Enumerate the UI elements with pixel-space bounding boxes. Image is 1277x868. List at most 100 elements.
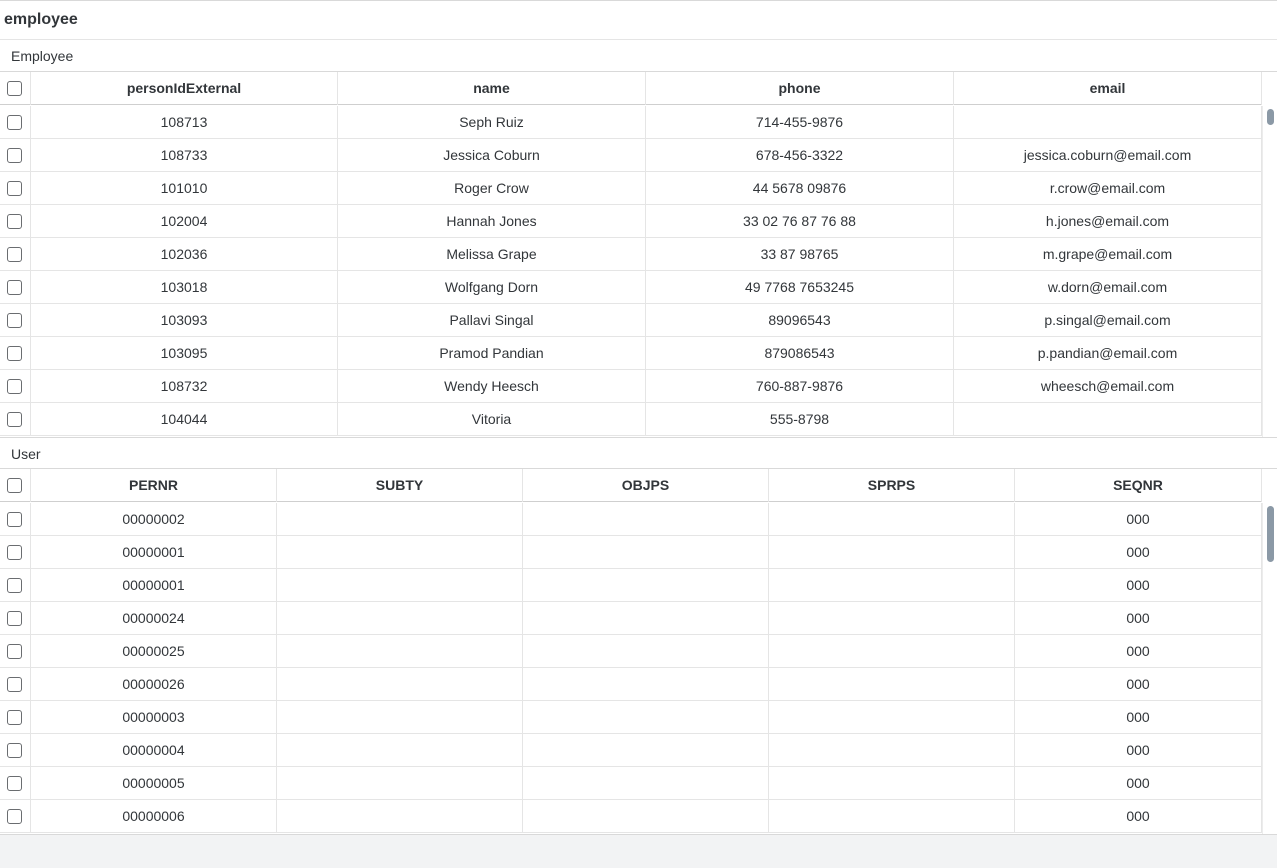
row-checkbox[interactable] [7,545,22,560]
footer-bar [0,834,1277,868]
row-checkbox[interactable] [7,313,22,328]
table-cell: 678-456-3322 [646,139,954,172]
table-row[interactable]: 00000001 000 [0,569,1262,602]
table-cell [954,106,1262,139]
table-cell: 000 [1015,701,1262,734]
vertical-scrollbar[interactable] [1262,106,1277,437]
row-checkbox[interactable] [7,346,22,361]
row-select-cell [0,569,31,602]
row-checkbox[interactable] [7,412,22,427]
table-row[interactable]: 00000005 000 [0,767,1262,800]
row-checkbox[interactable] [7,512,22,527]
table-row[interactable]: 00000002 000 [0,503,1262,536]
row-checkbox[interactable] [7,677,22,692]
table-cell [769,536,1015,569]
row-checkbox[interactable] [7,644,22,659]
table-cell [769,503,1015,536]
column-header[interactable]: email [954,72,1262,105]
table-cell: 000 [1015,503,1262,536]
table-cell: 00000026 [31,668,277,701]
row-select-cell [0,271,31,304]
table-row[interactable]: 00000001 000 [0,536,1262,569]
row-select-cell [0,668,31,701]
row-checkbox[interactable] [7,148,22,163]
row-checkbox[interactable] [7,247,22,262]
scrollbar-thumb[interactable] [1267,506,1274,562]
row-select-cell [0,205,31,238]
column-header[interactable]: SEQNR [1015,469,1262,502]
table-cell: 00000002 [31,503,277,536]
column-header[interactable]: PERNR [31,469,277,502]
user-section-header: User [0,437,1277,469]
table-cell [769,602,1015,635]
row-checkbox[interactable] [7,280,22,295]
table-row[interactable]: 103095 Pramod Pandian 879086543 p.pandian@e… [0,337,1262,370]
table-header-row: PERNR SUBTY OBJPS SPRPS SEQNR [0,469,1262,502]
column-header[interactable]: phone [646,72,954,105]
table-row[interactable]: 101010 Roger Crow 44 5678 09876 r.crow@emai… [0,172,1262,205]
vertical-scrollbar[interactable] [1262,503,1277,834]
row-checkbox[interactable] [7,710,22,725]
table-row[interactable]: 108733 Jessica Coburn 678-456-3322 jessica.… [0,139,1262,172]
table-row[interactable]: 00000025 000 [0,635,1262,668]
row-checkbox[interactable] [7,379,22,394]
column-header[interactable]: personIdExternal [31,72,338,105]
table-row[interactable]: 00000024 000 [0,602,1262,635]
table-row[interactable]: 104044 Vitoria 555-8798 [0,403,1262,436]
table-cell [769,734,1015,767]
select-all-checkbox[interactable] [7,81,22,96]
row-select-cell [0,106,31,139]
table-cell: Hannah Jones [338,205,646,238]
employee-table: personIdExternal name phone email 108713 Seph… [0,72,1277,437]
table-row[interactable]: 108732 Wendy Heesch 760-887-9876 wheesch@em… [0,370,1262,403]
table-row[interactable]: 102036 Melissa Grape 33 87 98765 m.grape@em… [0,238,1262,271]
table-cell: w.dorn@email.com [954,271,1262,304]
column-header[interactable]: name [338,72,646,105]
table-cell [769,668,1015,701]
table-row[interactable]: 102004 Hannah Jones 33 02 76 87 76 88 h.jon… [0,205,1262,238]
row-checkbox[interactable] [7,809,22,824]
table-cell: 101010 [31,172,338,205]
table-row[interactable]: 00000026 000 [0,668,1262,701]
table-cell: 000 [1015,734,1262,767]
row-checkbox[interactable] [7,743,22,758]
table-cell [277,635,523,668]
table-cell: 000 [1015,635,1262,668]
table-row[interactable]: 00000006 000 [0,800,1262,833]
row-checkbox[interactable] [7,578,22,593]
table-cell: 00000006 [31,800,277,833]
user-section-label: User [11,446,41,462]
table-cell: 102004 [31,205,338,238]
table-row[interactable]: 103093 Pallavi Singal 89096543 p.singal@ema… [0,304,1262,337]
row-checkbox[interactable] [7,214,22,229]
table-cell: 760-887-9876 [646,370,954,403]
row-checkbox[interactable] [7,611,22,626]
table-cell: Wendy Heesch [338,370,646,403]
table-cell: 879086543 [646,337,954,370]
table-cell: Wolfgang Dorn [338,271,646,304]
table-cell [277,503,523,536]
table-cell: Melissa Grape [338,238,646,271]
table-row[interactable]: 00000004 000 [0,734,1262,767]
user-table: PERNR SUBTY OBJPS SPRPS SEQNR 00000002 000 0000… [0,469,1277,834]
row-select-cell [0,635,31,668]
table-cell [523,668,769,701]
row-checkbox[interactable] [7,115,22,130]
table-cell [769,800,1015,833]
select-all-checkbox[interactable] [7,478,22,493]
table-cell: 104044 [31,403,338,436]
table-cell: Seph Ruiz [338,106,646,139]
scrollbar-thumb[interactable] [1267,109,1274,125]
column-header[interactable]: SUBTY [277,469,523,502]
table-cell [523,767,769,800]
column-header[interactable]: SPRPS [769,469,1015,502]
row-checkbox[interactable] [7,776,22,791]
table-cell [277,767,523,800]
table-row[interactable]: 108713 Seph Ruiz 714-455-9876 [0,106,1262,139]
column-header[interactable]: OBJPS [523,469,769,502]
table-header-row: personIdExternal name phone email [0,72,1262,105]
table-row[interactable]: 103018 Wolfgang Dorn 49 7768 7653245 w.dorn… [0,271,1262,304]
row-checkbox[interactable] [7,181,22,196]
table-row[interactable]: 00000003 000 [0,701,1262,734]
table-cell: 33 87 98765 [646,238,954,271]
